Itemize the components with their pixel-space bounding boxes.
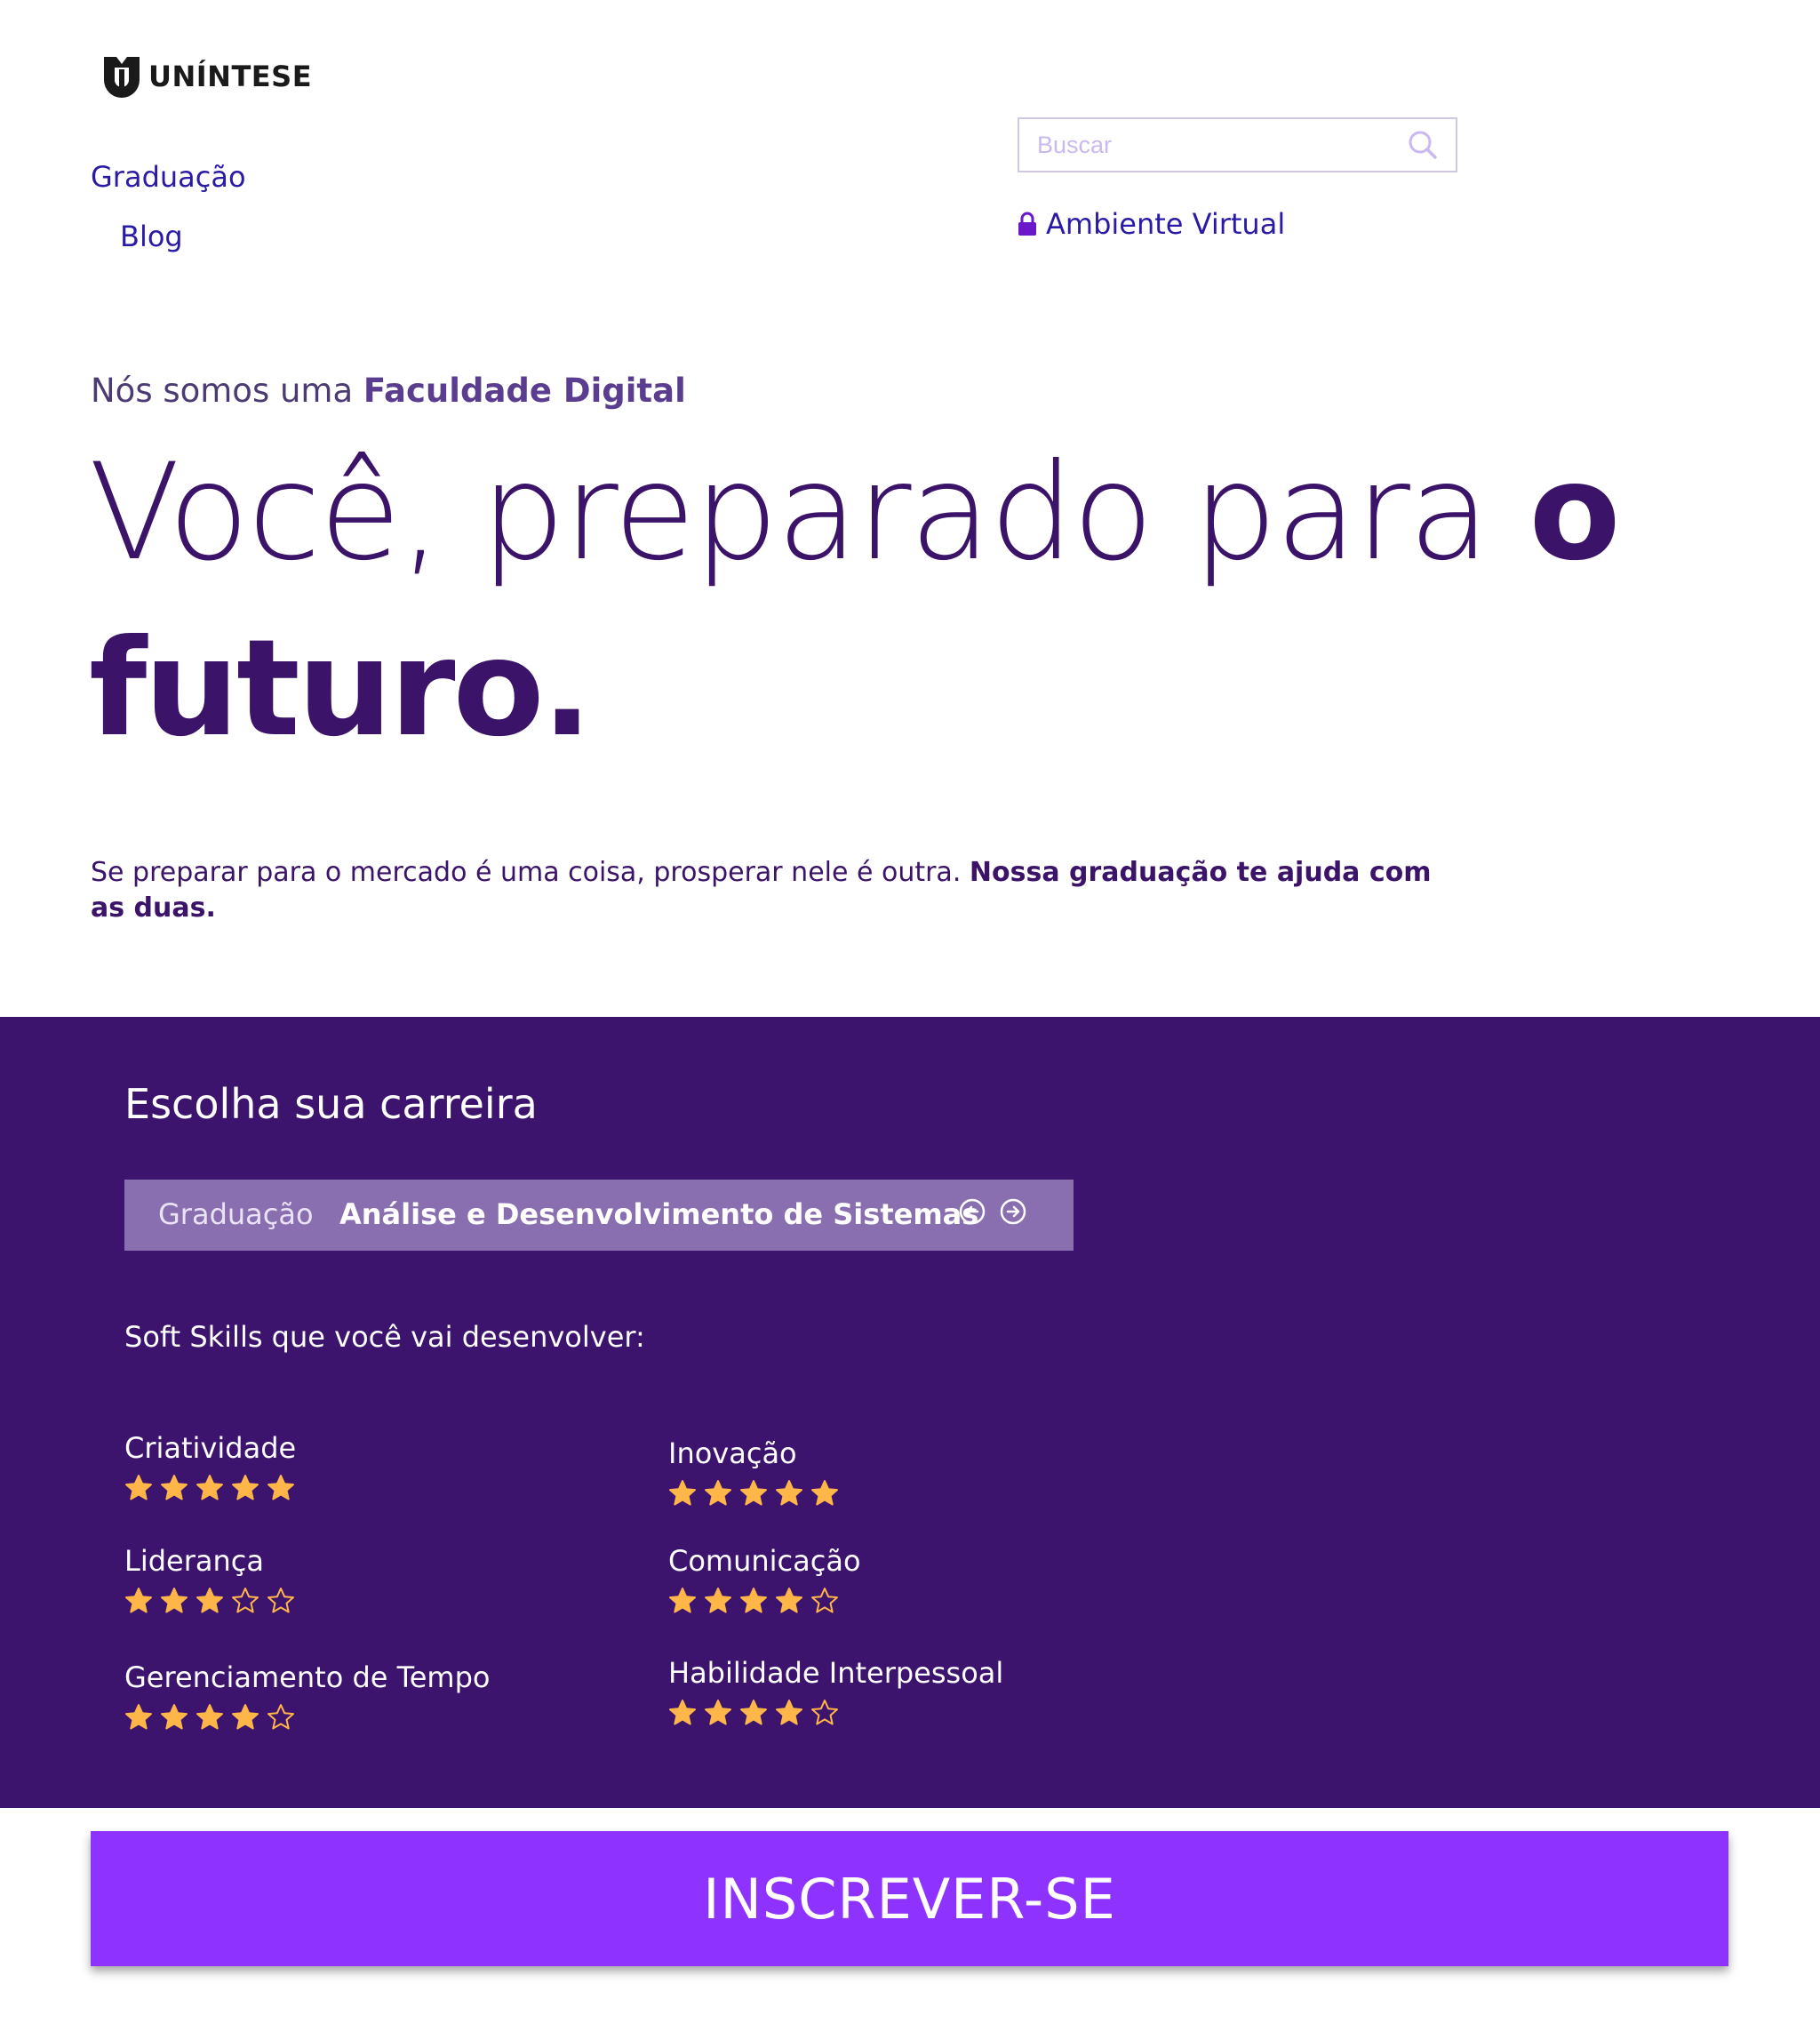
skill-gerenciamento-de-tempo: Gerenciamento de Tempo bbox=[124, 1660, 490, 1732]
star-filled-icon bbox=[125, 1475, 152, 1500]
star-filled-icon bbox=[232, 1475, 259, 1500]
star-filled-icon bbox=[125, 1588, 152, 1613]
hero-description-text: Se preparar para o mercado é uma coisa, … bbox=[91, 857, 970, 888]
star-filled-icon bbox=[161, 1475, 188, 1500]
star-filled-icon bbox=[161, 1704, 188, 1730]
logo-text: UNÍNTESE bbox=[148, 60, 313, 93]
star-filled-icon bbox=[705, 1700, 731, 1725]
arrow-left-icon[interactable] bbox=[958, 1197, 986, 1226]
star-filled-icon bbox=[669, 1480, 696, 1506]
star-empty-icon bbox=[267, 1704, 294, 1730]
star-filled-icon bbox=[776, 1700, 802, 1725]
star-empty-icon bbox=[232, 1588, 259, 1613]
star-filled-icon bbox=[776, 1480, 802, 1506]
star-rating bbox=[124, 1703, 490, 1732]
star-rating bbox=[668, 1699, 1003, 1727]
skill-name: Inovação bbox=[668, 1436, 797, 1470]
skill-inovacao: Inovação bbox=[668, 1436, 839, 1508]
star-rating bbox=[668, 1587, 861, 1615]
softskills-title: Soft Skills que você vai desenvolver: bbox=[124, 1320, 645, 1354]
hero-subtitle-bold: Faculdade Digital bbox=[363, 372, 686, 410]
hero-subtitle: Nós somos uma Faculdade Digital bbox=[91, 372, 686, 410]
hero-headline-part1: Você, preparado para bbox=[89, 436, 1529, 590]
career-kind-label: Graduação bbox=[158, 1197, 314, 1231]
logo-icon bbox=[104, 57, 140, 98]
star-filled-icon bbox=[267, 1475, 294, 1500]
logo[interactable]: UNÍNTESE bbox=[100, 50, 312, 103]
ambiente-virtual-link[interactable]: Ambiente Virtual bbox=[1018, 207, 1285, 241]
star-filled-icon bbox=[196, 1588, 223, 1613]
star-filled-icon bbox=[161, 1588, 188, 1613]
hero-headline-line2: futuro. bbox=[89, 612, 593, 766]
star-filled-icon bbox=[669, 1700, 696, 1725]
skill-lideranca: Liderança bbox=[124, 1544, 295, 1615]
hero-subtitle-prefix: Nós somos uma bbox=[91, 372, 363, 410]
search-icon[interactable] bbox=[1408, 130, 1438, 160]
career-title: Escolha sua carreira bbox=[124, 1080, 538, 1128]
nav-link-graduacao[interactable]: Graduação bbox=[91, 160, 246, 194]
ambiente-virtual-label: Ambiente Virtual bbox=[1046, 207, 1286, 241]
star-filled-icon bbox=[740, 1588, 767, 1613]
star-filled-icon bbox=[811, 1480, 838, 1506]
skill-name: Habilidade Interpessoal bbox=[668, 1656, 1004, 1690]
arrow-right-icon[interactable] bbox=[999, 1197, 1027, 1226]
career-course-label: Análise e Desenvolvimento de Sistemas bbox=[339, 1197, 979, 1231]
hero-headline-part1-bold: o bbox=[1529, 436, 1621, 590]
skill-name: Criatividade bbox=[124, 1431, 297, 1465]
star-filled-icon bbox=[705, 1480, 731, 1506]
star-filled-icon bbox=[740, 1480, 767, 1506]
star-filled-icon bbox=[705, 1588, 731, 1613]
career-selector: Graduação Análise e Desenvolvimento de S… bbox=[124, 1180, 1074, 1251]
skill-criatividade: Criatividade bbox=[124, 1431, 296, 1502]
star-filled-icon bbox=[669, 1588, 696, 1613]
search-input[interactable] bbox=[1019, 119, 1393, 171]
star-filled-icon bbox=[196, 1475, 223, 1500]
nav-link-blog[interactable]: Blog bbox=[120, 220, 183, 253]
lock-icon bbox=[1018, 212, 1036, 236]
skill-comunicacao: Comunicação bbox=[668, 1544, 861, 1615]
star-empty-icon bbox=[811, 1700, 838, 1725]
hero-headline-line1: Você, preparado para o bbox=[89, 428, 1621, 597]
hero-description: Se preparar para o mercado é uma coisa, … bbox=[91, 855, 1441, 926]
skill-habilidade-interpessoal: Habilidade Interpessoal bbox=[668, 1656, 1003, 1727]
star-filled-icon bbox=[232, 1704, 259, 1730]
inscrever-se-button[interactable]: INSCREVER-SE bbox=[91, 1831, 1728, 1966]
skill-name: Comunicação bbox=[668, 1544, 861, 1578]
star-filled-icon bbox=[776, 1588, 802, 1613]
star-rating bbox=[124, 1474, 296, 1502]
star-filled-icon bbox=[740, 1700, 767, 1725]
star-rating bbox=[124, 1587, 295, 1615]
skill-name: Gerenciamento de Tempo bbox=[124, 1660, 491, 1694]
star-empty-icon bbox=[811, 1588, 838, 1613]
star-filled-icon bbox=[125, 1704, 152, 1730]
star-rating bbox=[668, 1479, 839, 1508]
skill-name: Liderança bbox=[124, 1544, 264, 1578]
star-empty-icon bbox=[267, 1588, 294, 1613]
star-filled-icon bbox=[196, 1704, 223, 1730]
search-box bbox=[1018, 117, 1457, 172]
